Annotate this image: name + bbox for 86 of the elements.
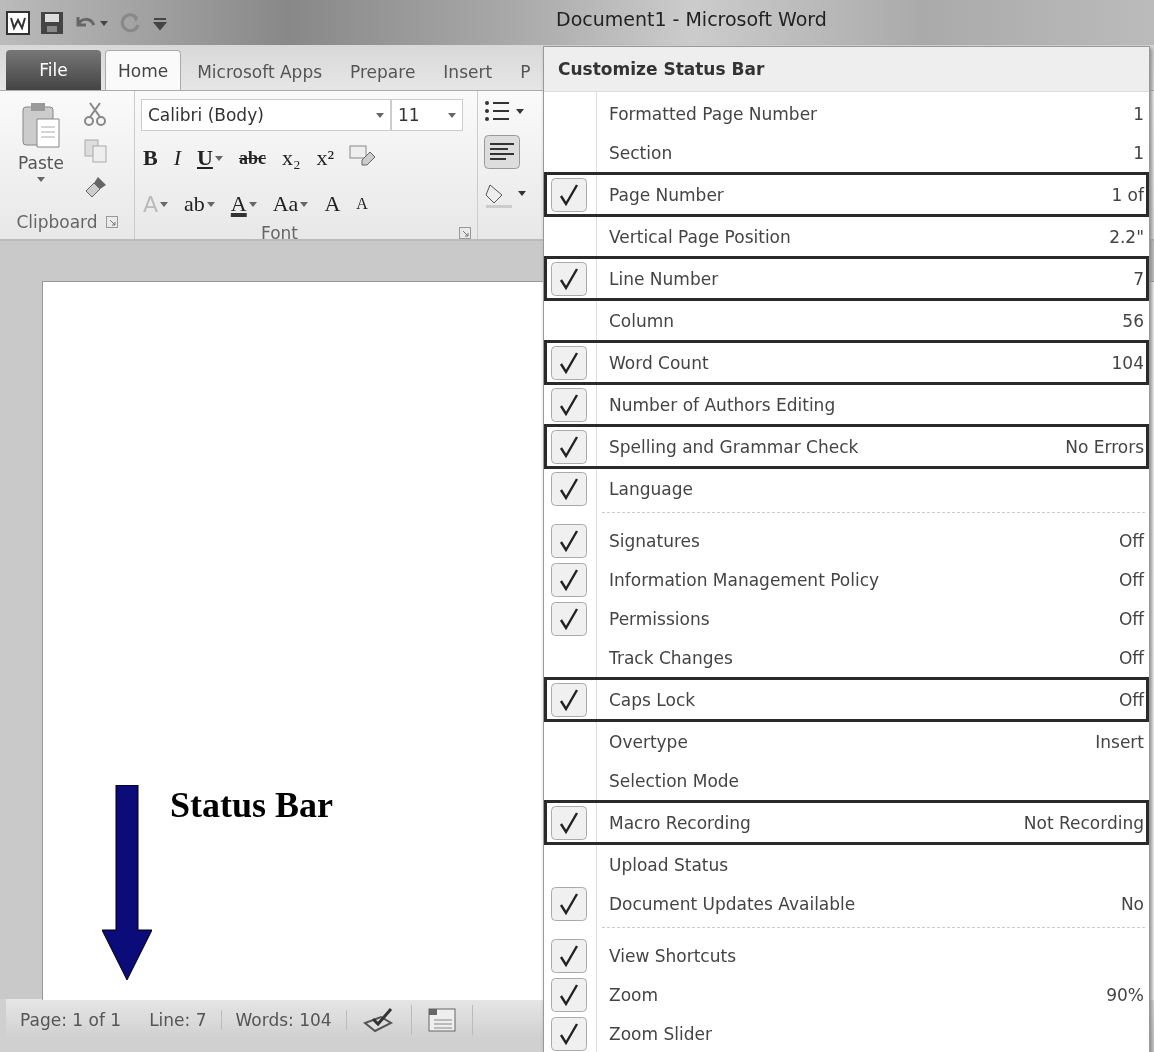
menu-item[interactable]: Zoom 90% bbox=[544, 975, 1149, 1014]
scissors-icon[interactable] bbox=[84, 101, 106, 127]
checkbox[interactable] bbox=[551, 601, 587, 636]
checkbox[interactable] bbox=[551, 429, 587, 464]
ribbon-tab[interactable]: File bbox=[6, 50, 101, 90]
format-button[interactable]: U bbox=[195, 145, 225, 171]
window-title: Document1 - Microsoft Word bbox=[556, 8, 827, 30]
format-button[interactable]: x² bbox=[314, 145, 337, 171]
menu-item[interactable]: Language bbox=[544, 469, 1149, 508]
caret-icon[interactable] bbox=[300, 201, 309, 207]
layout-icon[interactable] bbox=[427, 1008, 456, 1032]
menu-item[interactable]: Line Number 7 bbox=[544, 256, 1149, 301]
format-button[interactable]: A bbox=[228, 191, 259, 217]
checkbox[interactable] bbox=[551, 1016, 587, 1051]
checkbox[interactable] bbox=[551, 977, 587, 1012]
menu-item[interactable]: Document Updates Available No bbox=[544, 884, 1149, 923]
status-item[interactable]: Page: 1 of 1 bbox=[6, 1010, 136, 1030]
bullets-icon[interactable] bbox=[484, 99, 524, 123]
caret-icon[interactable] bbox=[448, 112, 456, 118]
proofing-icon[interactable] bbox=[362, 1007, 395, 1033]
checkbox[interactable] bbox=[551, 938, 587, 973]
checkbox[interactable] bbox=[551, 523, 587, 558]
checkbox[interactable] bbox=[551, 387, 587, 422]
ribbon-tab[interactable]: Prepare bbox=[338, 54, 428, 90]
ribbon-tab[interactable]: Microsoft Apps bbox=[185, 54, 335, 90]
menu-item[interactable]: Section 1 bbox=[544, 133, 1149, 172]
shading-icon[interactable] bbox=[484, 181, 528, 209]
launcher-icon[interactable] bbox=[105, 216, 118, 228]
menu-item[interactable]: Information Management Policy Off bbox=[544, 560, 1149, 599]
menu-item[interactable]: Track Changes Off bbox=[544, 638, 1149, 677]
brush-icon[interactable] bbox=[84, 175, 108, 199]
checkbox[interactable] bbox=[551, 471, 587, 506]
caret-icon[interactable] bbox=[206, 201, 215, 207]
ribbon-tab[interactable]: Insert bbox=[431, 54, 505, 90]
checkbox[interactable] bbox=[551, 261, 587, 296]
menu-item[interactable]: Vertical Page Position 2.2" bbox=[544, 217, 1149, 256]
format-button[interactable]: B bbox=[141, 145, 160, 171]
menu-item[interactable]: Page Number 1 of bbox=[544, 172, 1149, 217]
menu-item[interactable]: Upload Status bbox=[544, 845, 1149, 884]
align-left-icon[interactable] bbox=[484, 135, 520, 169]
menu-title: Customize Status Bar bbox=[558, 59, 765, 79]
checkbox[interactable] bbox=[551, 345, 587, 380]
caret-icon[interactable] bbox=[37, 177, 45, 182]
ribbon-tab[interactable]: Home bbox=[105, 50, 182, 90]
menu-item[interactable]: Spelling and Grammar Check No Errors bbox=[544, 424, 1149, 469]
menu-item[interactable]: Number of Authors Editing bbox=[544, 385, 1149, 424]
save-icon[interactable] bbox=[40, 10, 64, 35]
checkbox[interactable] bbox=[551, 177, 587, 212]
menu-item[interactable]: Column 56 bbox=[544, 301, 1149, 340]
caret-icon[interactable] bbox=[376, 112, 384, 118]
group-label: Font bbox=[261, 223, 298, 243]
caret-icon[interactable] bbox=[160, 201, 169, 207]
launcher-icon[interactable] bbox=[459, 227, 471, 239]
menu-item[interactable]: View Shortcuts bbox=[544, 936, 1149, 975]
format-button[interactable]: ab bbox=[182, 191, 217, 217]
checkbox[interactable] bbox=[551, 562, 587, 597]
format-button[interactable]: x₂ bbox=[279, 145, 303, 171]
format-button[interactable]: Aa bbox=[270, 191, 311, 217]
font-size-field[interactable]: 11 bbox=[391, 99, 463, 131]
menu-item[interactable]: Selection Mode bbox=[544, 761, 1149, 800]
checkbox[interactable] bbox=[551, 886, 587, 921]
format-button[interactable]: abc bbox=[236, 147, 268, 169]
font-name-field[interactable]: Calibri (Body) bbox=[141, 99, 391, 131]
menu-item[interactable]: Caps Lock Off bbox=[544, 677, 1149, 722]
annotation-label: Status Bar bbox=[170, 784, 334, 826]
group-label: Clipboard bbox=[16, 212, 98, 232]
menu-item[interactable]: Permissions Off bbox=[544, 599, 1149, 638]
menu-item[interactable]: Word Count 104 bbox=[544, 340, 1149, 385]
menu-item[interactable]: Signatures Off bbox=[544, 521, 1149, 560]
paste-button[interactable]: Paste bbox=[6, 95, 76, 205]
menu-item[interactable]: Macro Recording Not Recording bbox=[544, 800, 1149, 845]
checkbox[interactable] bbox=[551, 682, 587, 717]
checkbox[interactable] bbox=[551, 805, 587, 840]
menu-item[interactable]: Zoom Slider bbox=[544, 1014, 1149, 1052]
clipboard-icon bbox=[21, 101, 61, 149]
menu-item[interactable]: Overtype Insert bbox=[544, 722, 1149, 761]
menu-item[interactable]: Formatted Page Number 1 bbox=[544, 94, 1149, 133]
status-item[interactable]: Words: 104 bbox=[221, 1010, 347, 1030]
ribbon-tab[interactable]: P bbox=[508, 54, 543, 90]
caret-icon[interactable] bbox=[214, 155, 223, 161]
format-button[interactable]: I bbox=[171, 145, 183, 171]
caret-icon[interactable] bbox=[248, 201, 257, 207]
document-icon[interactable] bbox=[6, 10, 30, 35]
format-button[interactable]: A bbox=[354, 195, 370, 213]
status-item[interactable]: Line: 7 bbox=[135, 1010, 222, 1030]
format-button[interactable]: A bbox=[322, 191, 343, 217]
